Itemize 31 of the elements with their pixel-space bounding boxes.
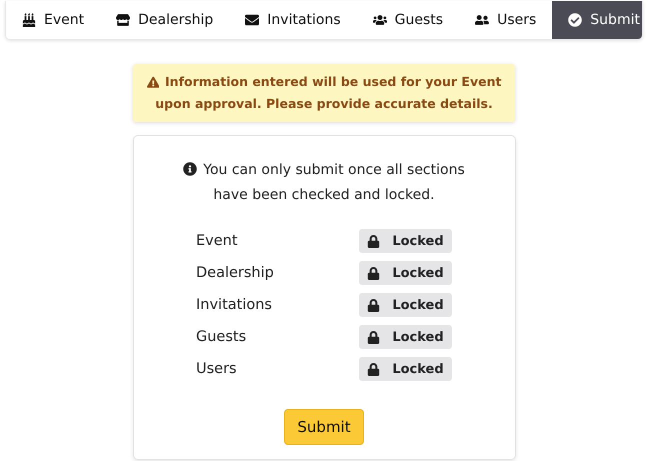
lock-icon [367, 362, 380, 376]
section-name: Guests [196, 329, 246, 345]
tab[interactable]: Dealership [100, 1, 230, 39]
tab[interactable]: Users [459, 1, 552, 39]
people-group-icon [372, 13, 387, 27]
section-name: Dealership [196, 265, 274, 281]
cake-icon [22, 13, 36, 27]
lock-icon [367, 266, 380, 280]
info-icon [183, 162, 198, 176]
tab[interactable]: Guests [356, 1, 460, 39]
status-badge: Locked [359, 357, 452, 381]
submit-button[interactable]: Submit [284, 409, 364, 445]
status-badge: Locked [359, 261, 452, 285]
section-name: Users [196, 361, 237, 377]
lock-icon [367, 330, 380, 344]
section-name: Invitations [196, 297, 272, 313]
lock-icon [367, 298, 380, 312]
status-badge: Locked [359, 325, 452, 349]
status-badge: Locked [359, 293, 452, 317]
status-badge: Locked [359, 229, 452, 253]
tab[interactable]: Submit [552, 1, 642, 39]
tab[interactable]: Event [6, 1, 100, 39]
info-message: You can only submit once all sections have been checked and locked. [164, 158, 484, 208]
tab[interactable]: Invitations [229, 1, 357, 39]
lock-icon [367, 234, 380, 248]
users-icon [475, 13, 490, 27]
warning-message: Information entered will be used for your Event upon approval. Please provide accurate details. [133, 64, 515, 122]
store-icon [116, 13, 130, 27]
envelope-icon [245, 13, 260, 27]
warning-icon [146, 76, 160, 88]
section-name: Event [196, 233, 238, 249]
